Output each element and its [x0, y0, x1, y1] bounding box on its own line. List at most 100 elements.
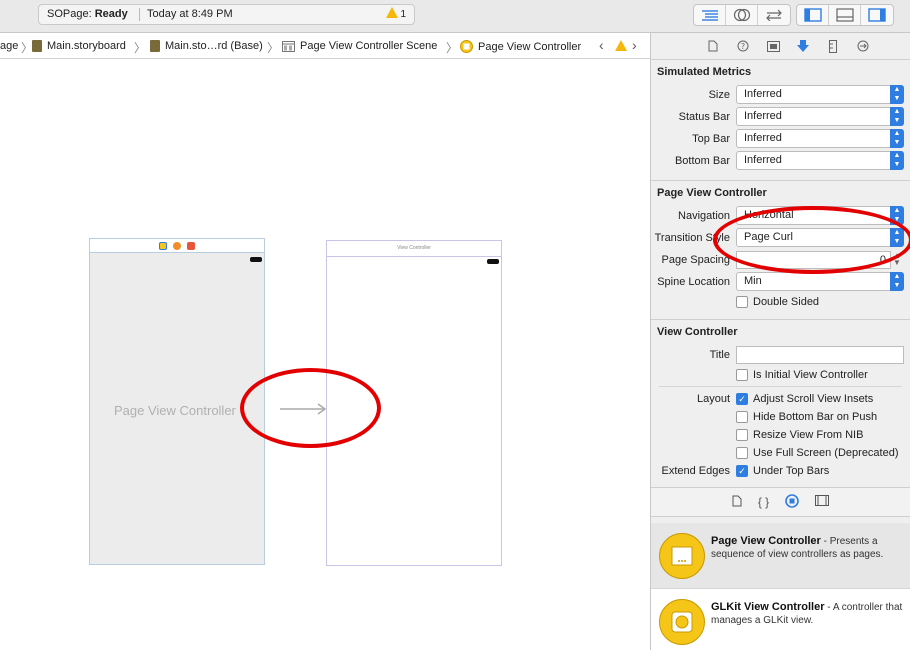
checkbox-label: Resize View From NIB: [753, 429, 864, 441]
popup-arrows-icon: ▲ ▼: [890, 129, 904, 148]
breadcrumb-item[interactable]: Page View Controller: [460, 40, 581, 53]
popup-arrows-icon: ▲ ▼: [890, 107, 904, 126]
popup-arrows-icon: ▲ ▼: [890, 272, 904, 291]
code-snippet-tab[interactable]: { }: [758, 495, 769, 509]
status-bar-popup[interactable]: Inferred ▲ ▼: [736, 107, 904, 126]
section-title: Page View Controller: [657, 187, 767, 199]
adjust-insets-row: Layout ✓ Adjust Scroll View Insets: [651, 390, 910, 408]
field-label: Bottom Bar: [674, 155, 730, 167]
top-bar-popup[interactable]: Inferred ▲ ▼: [736, 129, 904, 148]
quick-help-tab[interactable]: ?: [728, 40, 758, 52]
size-row: Size Inferred ▲ ▼: [651, 84, 910, 106]
exit-icon[interactable]: [187, 241, 195, 250]
library-item[interactable]: GLKit View Controller - A controller tha…: [651, 589, 910, 650]
warning-icon: [385, 7, 398, 18]
full-screen-checkbox[interactable]: [736, 447, 748, 459]
media-library-tab[interactable]: [815, 495, 830, 509]
debug-toggle-button[interactable]: [829, 5, 861, 25]
checkbox-label: Hide Bottom Bar on Push: [753, 411, 878, 423]
size-popup[interactable]: Inferred ▲ ▼: [736, 85, 904, 104]
breadcrumb-item[interactable]: Page View Controller Scene: [282, 40, 437, 52]
double-sided-checkbox[interactable]: [736, 296, 748, 308]
file-template-tab[interactable]: [732, 495, 742, 510]
field-label: Size: [708, 89, 730, 101]
breadcrumb-label: Main.storyboard: [47, 40, 126, 52]
scene-placeholder-label: Page View Controller: [114, 403, 236, 418]
standard-editor-button[interactable]: [694, 5, 726, 25]
field-label: Spine Location: [657, 276, 730, 288]
build-status: Ready: [94, 8, 128, 20]
file-icon: [708, 40, 718, 52]
field-label: Navigation: [678, 210, 730, 222]
breadcrumb-item[interactable]: age: [0, 40, 18, 52]
navigator-toggle-button[interactable]: [797, 5, 829, 25]
adjust-insets-checkbox[interactable]: ✓: [736, 393, 748, 405]
warning-indicator[interactable]: 1: [385, 5, 406, 24]
hide-bottom-row: Hide Bottom Bar on Push: [651, 408, 910, 426]
activity-viewer: SOPage: Ready Today at 8:49 PM 1: [38, 4, 415, 25]
top-bar-row: Top Bar Inferred ▲ ▼: [651, 128, 910, 150]
breadcrumb-item[interactable]: Main.sto…rd (Base): [150, 40, 263, 52]
page-view-controller-scene[interactable]: Page View Controller: [89, 238, 265, 565]
id-card-icon: [766, 40, 780, 52]
title-row: Title: [651, 344, 910, 366]
initial-vc-checkbox[interactable]: [736, 369, 748, 381]
first-responder-icon[interactable]: [173, 241, 181, 250]
checkbox-label: Under Top Bars: [753, 465, 830, 477]
storyboard-file-icon: [150, 40, 160, 52]
chevron-right-icon: 〉: [267, 41, 280, 55]
field-label: Page Spacing: [661, 254, 731, 266]
chevron-right-icon[interactable]: ›: [632, 37, 637, 53]
resize-nib-row: Resize View From NIB: [651, 426, 910, 444]
resize-nib-checkbox[interactable]: [736, 429, 748, 441]
jump-bar: age 〉 Main.storyboard 〉 Main.sto…rd (Bas…: [0, 33, 650, 59]
object-library-tab[interactable]: [785, 493, 799, 511]
venn-icon: [733, 8, 750, 22]
scene-title: View Controller: [327, 241, 501, 257]
warning-icon[interactable]: [615, 40, 627, 53]
utilities-toggle-button[interactable]: [861, 5, 893, 25]
file-inspector-tab[interactable]: [698, 40, 728, 52]
checkbox-label: Is Initial View Controller: [753, 369, 868, 381]
field-label: Layout: [696, 393, 730, 405]
attributes-inspector-tab[interactable]: [788, 39, 818, 53]
swap-arrows-icon: [766, 9, 782, 21]
size-inspector-tab[interactable]: [818, 39, 848, 53]
version-editor-button[interactable]: [758, 5, 790, 25]
bottom-bar-popup[interactable]: Inferred ▲ ▼: [736, 151, 904, 170]
warning-count: 1: [400, 9, 406, 20]
breadcrumb-label: age: [0, 40, 19, 52]
assistant-editor-button[interactable]: [726, 5, 758, 25]
full-screen-row: Use Full Screen (Deprecated): [651, 444, 910, 462]
status-bar-row: Status Bar Inferred ▲ ▼: [651, 106, 910, 128]
double-sided-row: Double Sided: [651, 293, 910, 311]
project-name: SOPage:: [47, 8, 92, 20]
breadcrumb-label: Main.sto…rd (Base): [165, 40, 263, 52]
svg-text:?: ?: [741, 42, 745, 51]
library-item-name: Page View Controller: [711, 535, 821, 547]
chevron-left-icon[interactable]: ‹: [599, 37, 604, 53]
editor-mode-group: [693, 4, 791, 26]
identity-inspector-tab[interactable]: [758, 40, 788, 52]
library-item[interactable]: Page View Controller - Presents a sequen…: [651, 523, 910, 589]
popup-arrows-icon: ▲ ▼: [890, 85, 904, 104]
page-view-controller-icon: [659, 533, 705, 579]
connections-inspector-tab[interactable]: [848, 40, 878, 52]
breadcrumb-label: Page View Controller: [478, 40, 582, 53]
section-title: View Controller: [657, 326, 738, 338]
controller-dock-icon[interactable]: [159, 241, 167, 250]
left-panel-icon: [803, 8, 822, 22]
separator: [139, 8, 140, 21]
status-time: Today at 8:49 PM: [147, 8, 233, 20]
annotation-circle: [240, 368, 381, 448]
hide-bottom-checkbox[interactable]: [736, 411, 748, 423]
object-circle-icon: [785, 493, 799, 508]
checkbox-label: Adjust Scroll View Insets: [753, 393, 874, 405]
storyboard-canvas[interactable]: Page View Controller View Controller: [0, 60, 650, 650]
divider: [659, 386, 902, 387]
under-top-bars-checkbox[interactable]: ✓: [736, 465, 748, 477]
spine-location-popup[interactable]: Min ▲ ▼: [736, 272, 904, 291]
title-field[interactable]: [736, 346, 904, 364]
braces-icon: { }: [757, 495, 770, 509]
breadcrumb-item[interactable]: Main.storyboard: [32, 40, 126, 52]
